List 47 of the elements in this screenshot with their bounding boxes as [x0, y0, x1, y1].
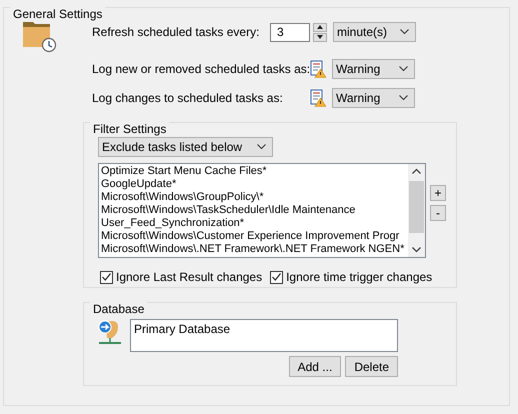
- task-list[interactable]: [98, 163, 426, 258]
- field-label: Log changes to scheduled tasks as:: [92, 91, 284, 105]
- action-button[interactable]: Add ...: [288, 356, 342, 377]
- list-item[interactable]: Microsoft\Windows\.NET Framework\.NET Framework NGEN*: [101, 243, 408, 256]
- folder-clock-icon: [22, 21, 56, 53]
- list-item[interactable]: GoogleUpdate*: [101, 178, 408, 191]
- chevron-icon: [400, 29, 409, 35]
- number-field[interactable]: 3: [270, 22, 310, 42]
- database-connection-icon: [98, 320, 122, 346]
- checkbox-label: Ignore Last Result changes: [116, 270, 262, 284]
- checkbox[interactable]: [270, 270, 284, 284]
- checkbox[interactable]: [100, 270, 113, 284]
- chevron-up-icon: [412, 168, 421, 174]
- scrollbar[interactable]: [408, 164, 425, 257]
- chevron-down-icon: [412, 247, 421, 253]
- list-item[interactable]: Optimize Start Menu Cache Files*: [101, 165, 408, 178]
- field-label: Refresh scheduled tasks every:: [92, 25, 260, 39]
- action-button[interactable]: Delete: [345, 356, 398, 377]
- add-button[interactable]: +: [430, 185, 446, 201]
- list-item[interactable]: Microsoft\Windows\Customer Experience Improvement Progr: [101, 230, 408, 243]
- chevron-icon: [399, 95, 408, 101]
- checkbox-label: Ignore time trigger changes: [286, 270, 432, 284]
- triangle-down-icon: [317, 35, 323, 39]
- log-warning-icon: [310, 89, 326, 107]
- field-label: Log new or removed scheduled tasks as:: [92, 62, 310, 76]
- chevron-icon: [257, 144, 266, 150]
- spin-down-button[interactable]: [313, 32, 327, 42]
- scrollbar-thumb[interactable]: [409, 181, 424, 233]
- list-item[interactable]: Primary Database: [134, 322, 394, 336]
- list-item[interactable]: User_Feed_Synchronization*: [101, 217, 408, 230]
- group-title: General Settings: [13, 7, 102, 21]
- dropdown[interactable]: Warning: [332, 59, 415, 79]
- group-title: Database: [93, 302, 144, 316]
- group-title: Filter Settings: [93, 122, 166, 136]
- chevron-icon: [399, 66, 408, 72]
- checkmark-icon: [102, 273, 111, 281]
- remove-button[interactable]: -: [430, 205, 446, 221]
- list-item[interactable]: Microsoft\Windows\GroupPolicy\*: [101, 191, 408, 204]
- log-warning-icon: [310, 60, 326, 78]
- list-item[interactable]: Microsoft\Windows\TaskScheduler\Idle Maintenance: [101, 204, 408, 217]
- dropdown[interactable]: Warning: [332, 88, 415, 108]
- dropdown[interactable]: minute(s): [333, 22, 416, 42]
- dropdown[interactable]: Exclude tasks listed below: [98, 137, 273, 157]
- triangle-up-icon: [317, 25, 323, 29]
- checkmark-icon: [272, 273, 282, 281]
- spin-up-button[interactable]: [313, 22, 327, 32]
- database-list[interactable]: Primary Database: [130, 319, 398, 352]
